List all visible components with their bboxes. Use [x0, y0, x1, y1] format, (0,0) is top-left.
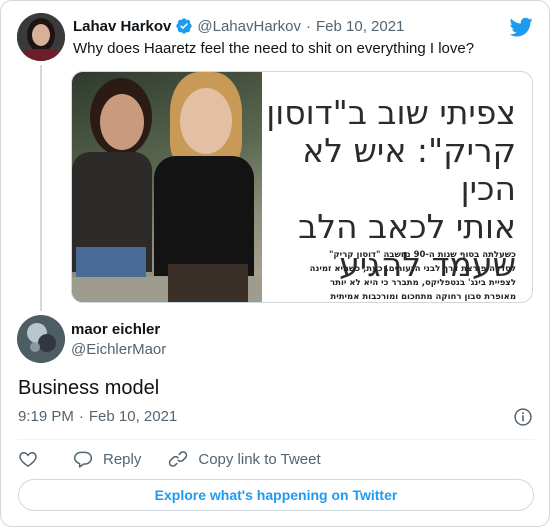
- separator-dot: ·: [306, 17, 311, 35]
- copy-link-button[interactable]: Copy link to Tweet: [168, 449, 321, 469]
- thread-line: [40, 65, 42, 311]
- lahav-avatar[interactable]: [17, 13, 65, 61]
- quoted-author-handle[interactable]: @LahavHarkov: [197, 18, 301, 35]
- like-button[interactable]: [18, 449, 38, 469]
- subtext-line: מאופרת סבון רחוקה מתחכום ומורכבות אמיתית: [330, 292, 516, 302]
- link-icon: [169, 451, 188, 467]
- headline-line: צפיתי שוב ב"דוסון: [266, 93, 516, 132]
- tweet-embed-card: Lahav Harkov @LahavHarkov · Feb 10, 2021…: [0, 0, 550, 527]
- quoted-tweet-date[interactable]: Feb 10, 2021: [316, 18, 404, 35]
- tweet-time: 9:19 PM: [18, 408, 74, 425]
- headline-line: קריק": איש לא הכין: [302, 131, 516, 208]
- quoted-tweet-header: Lahav Harkov @LahavHarkov · Feb 10, 2021: [73, 16, 404, 36]
- explore-twitter-button[interactable]: Explore what's happening on Twitter: [18, 479, 534, 511]
- info-icon[interactable]: [513, 407, 533, 427]
- copy-link-label: Copy link to Tweet: [198, 450, 321, 468]
- reply-icon: [73, 451, 93, 468]
- quoted-author-name[interactable]: Lahav Harkov: [73, 18, 171, 35]
- headline-line: אותי לכאב הלב: [298, 207, 516, 246]
- subtext-line: לצפיית בינג' בנטפליקס, מתברר כי היא לא י…: [330, 278, 516, 288]
- dawsons-creek-photo: [72, 72, 262, 302]
- tweet-text: Business model: [18, 377, 160, 399]
- verified-badge-icon: [176, 18, 193, 34]
- heart-icon: [19, 451, 37, 467]
- subtext-line: כשעלתה בסוף שנות ה-90 נחשבה "דוסון קריק": [329, 250, 516, 260]
- tweet-date: Feb 10, 2021: [88, 408, 178, 425]
- tweet-author-handle[interactable]: @EichlerMaor: [71, 341, 166, 358]
- twitter-bird-icon[interactable]: [509, 15, 533, 39]
- divider: [17, 439, 535, 440]
- maor-avatar[interactable]: [17, 315, 65, 363]
- article-subtext: כשעלתה בסוף שנות ה-90 נחשבה "דוסון קריק"…: [266, 248, 516, 302]
- tweet-media-image[interactable]: צפיתי שוב ב"דוסון קריק": איש לא הכין אות…: [71, 71, 533, 303]
- subtext-line: לסדרה פורצת דרך לבני הנעורים. כעת, כשהיא…: [309, 264, 516, 274]
- separator-dot: ·: [78, 408, 84, 425]
- tweet-timestamp[interactable]: 9:19 PM · Feb 10, 2021: [18, 408, 177, 425]
- reply-label: Reply: [103, 450, 142, 468]
- tweet-author-name[interactable]: maor eichler: [71, 321, 160, 338]
- quoted-tweet-text: Why does Haaretz feel the need to shit o…: [73, 40, 475, 57]
- reply-button[interactable]: Reply: [73, 449, 141, 469]
- tweet-actions: Reply Copy link to Tweet: [18, 449, 321, 469]
